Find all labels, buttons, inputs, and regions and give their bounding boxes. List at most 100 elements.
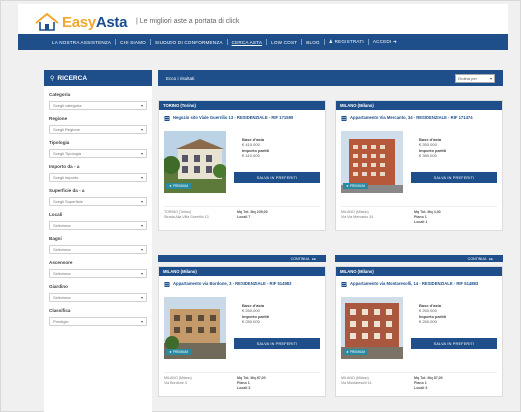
filter-select[interactable]: Prestigio ▾ [49, 317, 147, 326]
star-icon: ★ [169, 350, 172, 354]
filter-label: Regione [49, 116, 68, 121]
results-title: Ecco i risultati [166, 75, 195, 81]
card-location-address: Via Montaresolli 14 [341, 381, 372, 385]
card-title-row[interactable]: Negozio sito Viale Guerrilio 13 - RESIDE… [164, 115, 320, 128]
tagline: | Le migliori aste a portata di click [136, 18, 240, 25]
filter-select-value: Scegli importo [53, 175, 79, 180]
card-title: Negozio sito Viale Guerrilio 13 - RESIDE… [173, 115, 294, 120]
sidebar-header: ⚲ RICERCA [44, 70, 152, 86]
filter-select[interactable]: Scegli importo ▾ [49, 173, 147, 182]
price-block: Base d'asta € 250.000 Importo partiti € 250… [419, 303, 499, 325]
auction-card[interactable]: MILANO (Milano) Appartamento Via Mercanto… [335, 100, 503, 231]
continue-label: CONTINUA [290, 256, 310, 261]
filter-select-value: Scegli Tipologia [53, 151, 82, 156]
card-footer: MILANO (Milano) Via Via Mercanto 34 Mq Tot… [341, 206, 497, 230]
chevron-down-icon: ▾ [140, 151, 143, 156]
filter-label: Bagni [49, 236, 62, 241]
save-favorites-button[interactable]: SALVA IN PREFERITI [234, 338, 320, 349]
filter-field: Categoria Scegli categoria ▾ [44, 92, 152, 110]
card-city: TORINO (Torino) [159, 101, 325, 110]
card-detail-3: Locali 3 [237, 386, 251, 390]
card-location: MILANO (Milano) Via Bordone 3 [164, 376, 192, 386]
nav-chi-siamo[interactable]: CHI SIAMO [116, 40, 150, 45]
price-block: Base d'asta € 410.000 Importo partiti € 410… [242, 137, 322, 159]
card-details: Mq Tot. Mq 4,00 Piano 1 Locali 1 [414, 210, 441, 225]
card-details: Mq Tot. Mq 239,00 Locali 7 [237, 210, 268, 220]
filter-select[interactable]: Scegli Superficie ▾ [49, 197, 147, 206]
premium-badge: ★ PREMIUM [166, 183, 191, 189]
card-title-row[interactable]: Appartamento via Bordone, 3 - RESIDENZIA… [164, 281, 320, 294]
nav-accedi[interactable]: ACCEDI ➜ [369, 39, 401, 45]
site-header: EasyAsta | Le migliori aste a portata di… [18, 4, 508, 34]
card-city: MILANO (Milano) [336, 101, 502, 110]
card-location: TORINO (Torino) Strada Alla Villa Guerril… [164, 210, 209, 220]
chevron-down-icon: ▾ [140, 247, 143, 252]
premium-badge-label: PREMIUM [349, 184, 365, 188]
star-icon: ★ [346, 184, 349, 188]
filter-label: Superficie da - a [49, 188, 85, 193]
filter-field: Ascensore Seleziona ▾ [44, 260, 152, 278]
card-title: Appartamento Via Mercanto, 34 - RESIDENZ… [350, 115, 473, 120]
logo[interactable]: EasyAsta [34, 12, 127, 32]
chevron-down-icon: ▾ [140, 199, 143, 204]
save-favorites-button[interactable]: SALVA IN PREFERITI [411, 338, 497, 349]
card-footer: TORINO (Torino) Strada Alla Villa Guerril… [164, 206, 320, 230]
user-plus-icon: ♟ [328, 39, 334, 44]
auction-card[interactable]: TORINO (Torino) Negozio sito Viale Guerri… [158, 100, 326, 231]
continue-bar[interactable]: CONTINUA ▸▸ [158, 255, 326, 262]
search-sidebar: ⚲ RICERCA Categoria Scegli categoria ▾ Regi… [44, 70, 152, 412]
filter-select-value: Scegli Superficie [53, 199, 83, 204]
nav-low-cost[interactable]: LOW COST [267, 40, 301, 45]
auction-card[interactable]: MILANO (Milano) Appartamento via Bordone,… [158, 266, 326, 397]
filter-select-value: Scegli Regione [53, 127, 80, 132]
filter-label: Importo da - a [49, 164, 80, 169]
card-detail-3: Locali 1 [414, 220, 428, 224]
property-photo[interactable]: ★ PREMIUM [341, 131, 403, 193]
chevron-right-icon: ▸▸ [489, 256, 493, 261]
card-title-row[interactable]: Appartamento via Montaresolli, 14 - RESI… [341, 281, 497, 294]
premium-badge: ★ PREMIUM [166, 349, 191, 355]
main-nav: LA NOSTRA ASSISTENZA CHI SIAMO SIUDIZIO … [18, 34, 508, 50]
auction-card[interactable]: MILANO (Milano) Appartamento via Montares… [335, 266, 503, 397]
filter-select[interactable]: Seleziona ▾ [49, 245, 147, 254]
card-detail-3: Locali 3 [414, 386, 428, 390]
star-icon: ★ [346, 350, 349, 354]
filter-select-value: Seleziona [53, 247, 71, 252]
chevron-down-icon: ▾ [140, 295, 143, 300]
property-photo[interactable]: ★ PREMIUM [341, 297, 403, 359]
save-favorites-button[interactable]: SALVA IN PREFERITI [234, 172, 320, 183]
nav-blog[interactable]: BLOG [302, 40, 324, 45]
card-body: ★ PREMIUM Base d'asta € 350.000 Importo part… [341, 131, 497, 193]
continue-bar[interactable]: CONTINUA ▸▸ [335, 255, 503, 262]
filter-select-value: Scegli categoria [53, 103, 82, 108]
card-details: Mq Tot. Mq 87,00 Piano 1 Locali 3 [414, 376, 443, 391]
filter-field: Tipologia Scegli Tipologia ▾ [44, 140, 152, 158]
save-favorites-button[interactable]: SALVA IN PREFERITI [411, 172, 497, 183]
card-title-row[interactable]: Appartamento Via Mercanto, 34 - RESIDENZ… [341, 115, 497, 128]
nav-registrati[interactable]: ♟ REGISTRATI [325, 39, 368, 45]
filter-select[interactable]: Scegli Tipologia ▾ [49, 149, 147, 158]
filter-field: Superficie da - a Scegli Superficie ▾ [44, 188, 152, 206]
filter-label: Categoria [49, 92, 71, 97]
filter-select[interactable]: Seleziona ▾ [49, 269, 147, 278]
filter-select[interactable]: Seleziona ▾ [49, 293, 147, 302]
premium-badge-label: PREMIUM [349, 350, 365, 354]
chevron-down-icon: ▾ [140, 319, 143, 324]
filter-label: Locali [49, 212, 63, 217]
order-select[interactable]: Ordina per ▾ [455, 73, 495, 83]
nav-registrati-label: REGISTRATI [334, 39, 364, 44]
filter-select[interactable]: Seleziona ▾ [49, 221, 147, 230]
property-photo[interactable]: ★ PREMIUM [164, 297, 226, 359]
min-price-value: € 250.000 [419, 319, 437, 324]
filter-select[interactable]: Scegli categoria ▾ [49, 101, 147, 110]
sidebar-title: RICERCA [57, 74, 88, 82]
building-icon [164, 116, 170, 121]
house-logo-icon [34, 12, 60, 32]
nav-accedi-label: ACCEDI [372, 39, 392, 44]
nav-giudizio[interactable]: SIUDIZIO DI CONFORMENZA [151, 40, 227, 45]
nav-cerca-asta[interactable]: CERCA ASTA [228, 40, 267, 45]
logo-easy: Easy [62, 13, 96, 31]
nav-assistenza[interactable]: LA NOSTRA ASSISTENZA [48, 40, 115, 45]
filter-select[interactable]: Scegli Regione ▾ [49, 125, 147, 134]
property-photo[interactable]: ★ PREMIUM [164, 131, 226, 193]
